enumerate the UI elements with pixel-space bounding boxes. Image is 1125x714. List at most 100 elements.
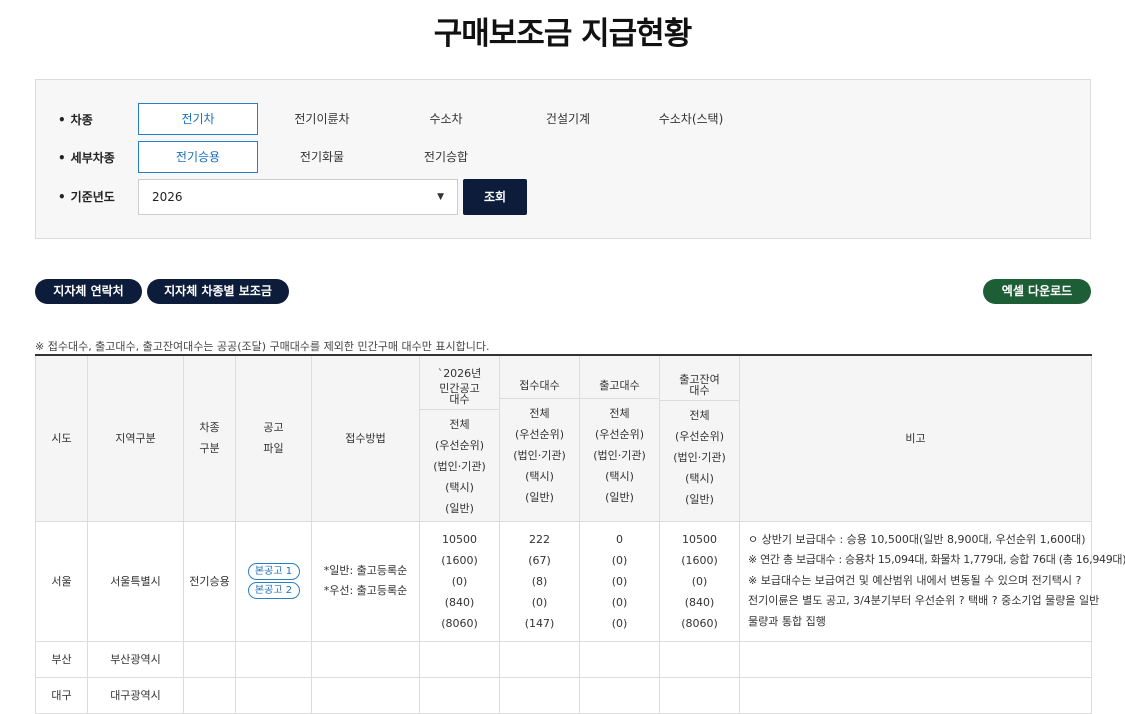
remarks-line-5: 물량과 통합 집행 [748, 614, 826, 628]
header-notice: 공고 파일 [235, 354, 312, 522]
empty-cell [183, 676, 236, 714]
announced-general: (8060) [441, 616, 478, 630]
header-received-breakdown: 전체 (우선순위) (법인·기관) (택시) (일반) [500, 398, 579, 508]
header-remaining-general: (일반) [685, 493, 714, 506]
header-remaining-total: 전체 [689, 409, 710, 422]
header-remaining-priority: (우선순위) [674, 430, 725, 443]
year-select-value: 2026 [152, 190, 183, 204]
sub-type-option-passenger[interactable]: 전기승용 [138, 141, 258, 173]
empty-cell [235, 640, 312, 678]
announced-total: 10500 [442, 532, 477, 546]
header-released-title: 출고대수 [599, 379, 640, 392]
header-remaining-breakdown: 전체 (우선순위) (법인·기관) (택시) (일반) [660, 400, 739, 510]
row-seoul-city: 서울 [35, 520, 88, 642]
filter-panel: 차종 전기차 전기이륜차 수소차 건설기계 수소차(스택) 세부차종 전기승용 … [35, 79, 1091, 239]
header-type-line-1: 차종 [199, 421, 220, 435]
header-received-corporate: (법인·기관) [513, 449, 566, 462]
received-priority: (67) [528, 553, 551, 567]
empty-cell [311, 676, 420, 714]
header-remarks: 비고 [739, 354, 1092, 522]
header-released-general: (일반) [605, 491, 634, 504]
header-announced-total: 전체 [449, 418, 470, 431]
received-taxi: (0) [531, 595, 548, 609]
year-label: 기준년도 [58, 179, 115, 215]
header-announced-line-3: 대수 [449, 393, 470, 406]
table-header-row: 시도 지역구분 차종 구분 공고 파일 접수방법 `2026년 민간공고 대수 … [35, 354, 1092, 522]
remaining-priority: (1600) [681, 553, 718, 567]
vehicle-type-option-hydrogen[interactable]: 수소차 [386, 103, 506, 135]
excel-download-button[interactable]: 엑셀 다운로드 [983, 279, 1091, 304]
remaining-taxi: (840) [684, 595, 715, 609]
announced-taxi: (840) [444, 595, 475, 609]
remarks-line-1: ㅇ 상반기 보급대수 : 승용 10,500대(일반 8,900대, 우선순위 … [748, 532, 1086, 546]
header-released-corporate: (법인·기관) [593, 449, 646, 462]
empty-cell [183, 640, 236, 678]
row-seoul-method: *일반: 출고등록순 *우선: 출고등록순 [311, 520, 420, 642]
vehicle-type-label: 차종 [58, 103, 93, 137]
empty-cell [739, 640, 1092, 678]
received-general: (147) [524, 616, 555, 630]
sub-type-option-bus[interactable]: 전기승합 [386, 141, 506, 173]
subsidy-table: 시도 지역구분 차종 구분 공고 파일 접수방법 `2026년 민간공고 대수 … [35, 354, 1125, 714]
vehicle-type-option-ev-motorcycle[interactable]: 전기이륜차 [262, 103, 382, 135]
header-notice-line-1: 공고 [263, 421, 284, 435]
empty-cell [419, 640, 500, 678]
empty-cell [579, 640, 660, 678]
announced-corporate: (0) [451, 574, 468, 588]
header-released-taxi: (택시) [605, 470, 634, 483]
header-announced-line-1: `2026년 [437, 367, 482, 380]
sub-type-option-cargo[interactable]: 전기화물 [262, 141, 382, 173]
released-total: 0 [616, 532, 623, 546]
row-seoul-announced: 10500 (1600) (0) (840) (8060) [419, 520, 500, 642]
notice-1-button[interactable]: 본공고 1 [247, 563, 300, 580]
row-seoul-notices: 본공고 1 본공고 2 [235, 520, 312, 642]
header-notice-line-2: 파일 [263, 442, 284, 456]
contacts-button[interactable]: 지자체 연락처 [35, 279, 142, 304]
empty-cell [659, 676, 740, 714]
announced-priority: (1600) [441, 553, 478, 567]
released-corporate: (0) [611, 574, 628, 588]
subsidy-by-type-button[interactable]: 지자체 차종별 보조금 [147, 279, 289, 304]
table-row: 서울 서울특별시 전기승용 본공고 1 본공고 2 *일반: 출고등록순 *우선… [35, 520, 1125, 642]
method-priority: *우선: 출고등록순 [323, 584, 408, 597]
header-received-general: (일반) [525, 491, 554, 504]
header-released-priority: (우선순위) [594, 428, 645, 441]
header-announced-breakdown: 전체 (우선순위) (법인·기관) (택시) (일반) [420, 409, 499, 519]
header-received-priority: (우선순위) [514, 428, 565, 441]
row-seoul-type: 전기승용 [183, 520, 236, 642]
header-received-taxi: (택시) [525, 470, 554, 483]
header-region: 지역구분 [87, 354, 184, 522]
sub-type-row: 세부차종 전기승용 전기화물 전기승합 [36, 141, 1090, 175]
row-daegu-city: 대구 [35, 676, 88, 714]
remaining-corporate: (0) [691, 574, 708, 588]
received-corporate: (8) [531, 574, 548, 588]
header-city: 시도 [35, 354, 88, 522]
header-type: 차종 구분 [183, 354, 236, 522]
received-total: 222 [529, 532, 550, 546]
header-remaining-taxi: (택시) [685, 472, 714, 485]
header-remaining-corporate: (법인·기관) [673, 451, 726, 464]
released-general: (0) [611, 616, 628, 630]
row-seoul-released: 0 (0) (0) (0) (0) [579, 520, 660, 642]
year-row: 기준년도 2026 ▼ 조회 [36, 179, 1090, 215]
row-seoul-received: 222 (67) (8) (0) (147) [499, 520, 580, 642]
released-priority: (0) [611, 553, 628, 567]
vehicle-type-option-construction[interactable]: 건설기계 [508, 103, 628, 135]
search-button[interactable]: 조회 [463, 179, 527, 215]
empty-cell [419, 676, 500, 714]
empty-cell [499, 676, 580, 714]
vehicle-type-option-hydrogen-stack[interactable]: 수소차(스택) [631, 103, 751, 135]
row-busan-region: 부산광역시 [87, 640, 184, 678]
row-daegu-region: 대구광역시 [87, 676, 184, 714]
sub-type-label: 세부차종 [58, 141, 115, 175]
empty-cell [579, 676, 660, 714]
page-title: 구매보조금 지급현황 [433, 16, 692, 52]
header-released-total: 전체 [609, 407, 630, 420]
header-method: 접수방법 [311, 354, 420, 522]
vehicle-type-option-ev[interactable]: 전기차 [138, 103, 258, 135]
year-select[interactable]: 2026 ▼ [138, 179, 458, 215]
row-seoul-remarks: ㅇ 상반기 보급대수 : 승용 10,500대(일반 8,900대, 우선순위 … [739, 520, 1125, 642]
empty-cell [739, 676, 1092, 714]
empty-cell [311, 640, 420, 678]
notice-2-button[interactable]: 본공고 2 [247, 582, 300, 599]
